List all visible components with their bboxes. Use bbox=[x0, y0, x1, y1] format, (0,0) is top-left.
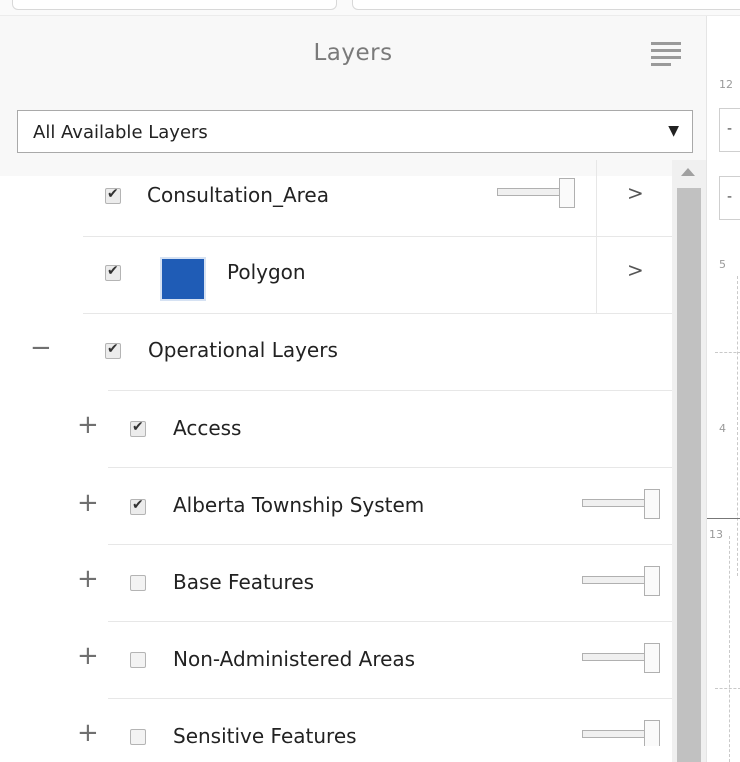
top-tab-right[interactable] bbox=[352, 0, 740, 10]
scroll-thumb[interactable] bbox=[677, 188, 701, 762]
expand-icon[interactable]: + bbox=[77, 720, 99, 746]
layer-row-base-features: + Base Features bbox=[0, 545, 672, 622]
layer-checkbox[interactable] bbox=[130, 497, 146, 515]
layer-filter-value: All Available Layers bbox=[33, 122, 208, 143]
map-grid-label: 5 bbox=[719, 258, 726, 271]
layer-row-sensitive-features: + Sensitive Features bbox=[0, 699, 672, 746]
chevron-right-icon: > bbox=[627, 181, 644, 205]
layer-label: Non-Administered Areas bbox=[173, 647, 416, 671]
chevron-right-icon: > bbox=[627, 258, 644, 282]
map-zoom-button[interactable]: - bbox=[719, 108, 740, 152]
layer-row-non-administered-areas: + Non-Administered Areas bbox=[0, 622, 672, 699]
hamburger-icon[interactable] bbox=[651, 42, 681, 68]
map-grid-label: 13 bbox=[709, 528, 723, 541]
layer-label: Access bbox=[173, 416, 242, 440]
top-toolbar-strip bbox=[0, 0, 740, 16]
opacity-slider[interactable] bbox=[582, 489, 660, 519]
layer-label: Polygon bbox=[227, 260, 306, 284]
opacity-slider[interactable] bbox=[582, 720, 660, 746]
expand-icon[interactable]: + bbox=[77, 643, 99, 669]
layer-label: Consultation_Area bbox=[147, 183, 329, 207]
layer-detail-arrow[interactable]: > bbox=[596, 237, 672, 314]
polygon-swatch-icon bbox=[160, 257, 206, 301]
layer-checkbox[interactable] bbox=[130, 575, 146, 591]
scroll-up-arrow-icon[interactable] bbox=[681, 168, 695, 176]
layer-label: Sensitive Features bbox=[173, 724, 357, 746]
layer-checkbox[interactable] bbox=[105, 341, 121, 359]
minus-icon: - bbox=[727, 189, 733, 205]
expand-icon[interactable]: + bbox=[77, 566, 99, 592]
layer-row-alberta-township-system: + Alberta Township System bbox=[0, 468, 672, 545]
opacity-slider[interactable] bbox=[582, 643, 660, 673]
map-view[interactable]: 12 - - 5 4 13 bbox=[706, 16, 740, 762]
panel-title: Layers bbox=[313, 40, 393, 66]
panel-header: Layers bbox=[0, 16, 706, 96]
layer-list: Consultation_Area > Polygon > − Operatio… bbox=[0, 160, 672, 746]
map-tool-button[interactable]: - bbox=[719, 176, 740, 220]
layer-label: Operational Layers bbox=[148, 338, 338, 362]
layer-label: Alberta Township System bbox=[173, 493, 425, 517]
layer-row-operational-layers: − Operational Layers bbox=[0, 314, 672, 391]
expand-icon[interactable]: + bbox=[77, 412, 99, 438]
layer-checkbox[interactable] bbox=[130, 652, 146, 668]
opacity-slider[interactable] bbox=[582, 566, 660, 596]
layer-detail-arrow[interactable]: > bbox=[596, 160, 672, 237]
layer-checkbox[interactable] bbox=[105, 263, 121, 281]
layer-list-scrollbar[interactable] bbox=[672, 160, 706, 762]
map-grid-label: 12 bbox=[719, 78, 733, 91]
layer-row-polygon: Polygon > bbox=[83, 237, 672, 314]
expand-icon[interactable]: + bbox=[77, 490, 99, 516]
layer-checkbox[interactable] bbox=[130, 419, 146, 437]
layer-row-access: + Access bbox=[0, 391, 672, 468]
minus-icon: - bbox=[727, 121, 733, 137]
dropdown-arrow-icon: ▼ bbox=[668, 123, 679, 139]
collapse-icon[interactable]: − bbox=[30, 335, 52, 361]
layer-checkbox[interactable] bbox=[130, 729, 146, 745]
opacity-slider[interactable] bbox=[497, 178, 575, 208]
layer-label: Base Features bbox=[173, 570, 315, 594]
layer-row-consultation-area: Consultation_Area > bbox=[83, 160, 672, 237]
layer-checkbox[interactable] bbox=[105, 186, 121, 204]
map-grid-label: 4 bbox=[719, 422, 726, 435]
layer-filter-select[interactable]: All Available Layers ▼ bbox=[17, 110, 693, 153]
top-tab-left[interactable] bbox=[12, 0, 337, 10]
